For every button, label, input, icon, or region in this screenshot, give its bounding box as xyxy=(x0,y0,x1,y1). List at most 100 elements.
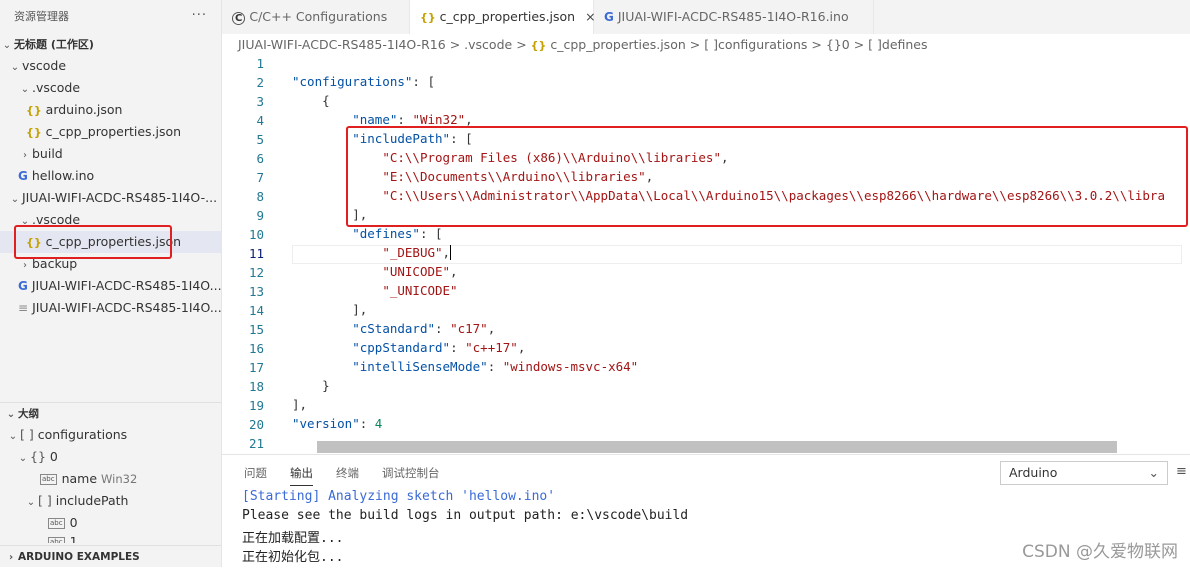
line-number: 7 xyxy=(256,170,264,185)
file-jiuai-ino[interactable]: G JIUAI-WIFI-ACDC-RS485-1I4O... xyxy=(0,275,221,297)
json-file-icon: {} xyxy=(26,104,42,117)
outline-obj0[interactable]: ⌄{} 0 xyxy=(0,446,221,468)
tab-cpp-properties[interactable]: {} c_cpp_properties.json × xyxy=(410,0,596,34)
line-number: 9 xyxy=(256,208,264,223)
horizontal-scrollbar[interactable] xyxy=(317,441,1117,453)
chevron-right-icon: › xyxy=(8,552,14,563)
line-number: 8 xyxy=(256,189,264,204)
line-number: 5 xyxy=(256,132,264,147)
chevron-down-icon: ⌄ xyxy=(10,62,20,73)
breadcrumb-item[interactable]: 0 xyxy=(842,37,850,52)
chevron-down-icon: ⌄ xyxy=(1148,465,1159,480)
tab-terminal[interactable]: 终端 xyxy=(336,465,359,481)
outline-name[interactable]: abc name Win32 xyxy=(0,468,221,490)
code-line: "intelliSenseMode": "windows-msvc-x64" xyxy=(352,359,639,374)
code-line: "defines": [ xyxy=(352,226,443,241)
folder-vscode[interactable]: ⌄ vscode xyxy=(0,55,221,77)
outline-inc1[interactable]: abc 1 xyxy=(0,531,221,543)
line-number: 16 xyxy=(248,341,264,356)
line-number: 4 xyxy=(256,113,264,128)
tab-debug-console[interactable]: 调试控制台 xyxy=(382,465,440,481)
line-number: 20 xyxy=(248,417,264,432)
chevron-down-icon: ⌄ xyxy=(8,431,18,442)
arduino-file-icon: G xyxy=(18,169,28,183)
line-number: 19 xyxy=(248,398,264,413)
file-cpp-properties[interactable]: {} c_cpp_properties.json xyxy=(0,121,221,143)
output-line: 正在加载配置... xyxy=(242,531,344,546)
breadcrumb-item[interactable]: configurations xyxy=(718,37,807,52)
tab-problems[interactable]: 问题 xyxy=(244,465,267,481)
chevron-down-icon: ⌄ xyxy=(6,409,16,420)
file-hellow-ino[interactable]: Ghellow.ino xyxy=(0,165,221,187)
folder-dot-vscode[interactable]: ⌄ .vscode xyxy=(0,77,221,99)
json-file-icon: {} xyxy=(420,11,436,24)
breadcrumb-item[interactable]: .vscode xyxy=(464,37,512,52)
output-line: [Starting] Analyzing sketch 'hellow.ino' xyxy=(242,489,556,504)
line-number: 18 xyxy=(248,379,264,394)
code-line: "_DEBUG", xyxy=(292,245,459,260)
text-file-icon: ≡ xyxy=(18,301,29,315)
line-number: 14 xyxy=(248,303,264,318)
tab-jiuai-ino[interactable]: G JIUAI-WIFI-ACDC-RS485-1I4O-R16.ino xyxy=(594,0,874,34)
breadcrumb-item[interactable]: defines xyxy=(882,37,928,52)
line-number: 21 xyxy=(248,436,264,451)
line-number: 3 xyxy=(256,94,264,109)
cpp-config-icon: C xyxy=(232,12,246,25)
chevron-down-icon: ⌄ xyxy=(26,497,36,508)
explorer-sidebar: 资源管理器 ··· ⌄ 无标题 (工作区) ⌄ vscode ⌄ .vscode {}… xyxy=(0,0,222,567)
object-icon: {} xyxy=(825,37,842,52)
code-editor[interactable]: 1 2 3 4 5 6 7 8 9 10 11 12 13 14 15 16 17 18 19 20 21 "confi… xyxy=(222,56,1190,454)
line-number: 12 xyxy=(248,265,264,280)
code-line: "cStandard": "c17", xyxy=(352,321,496,336)
line-number: 17 xyxy=(248,360,264,375)
explorer-title: 资源管理器 xyxy=(14,10,69,23)
highlight-box-sidebar xyxy=(14,225,172,259)
code-line: ], xyxy=(292,302,368,317)
outline-includepath[interactable]: ⌄[ ] includePath xyxy=(0,490,221,512)
line-number: 13 xyxy=(248,284,264,299)
chevron-down-icon: ⌄ xyxy=(20,84,30,95)
code-line: "configurations": [ xyxy=(292,74,435,89)
object-icon: {} xyxy=(30,449,46,464)
code-line: "name": "Win32", xyxy=(352,112,473,127)
code-line: "version": 4 xyxy=(292,416,383,431)
outline-configurations[interactable]: ⌄[ ] configurations xyxy=(0,424,221,446)
arduino-file-icon: G xyxy=(18,279,28,293)
chevron-down-icon: ⌄ xyxy=(2,40,12,51)
string-icon: abc xyxy=(48,537,65,543)
chevron-down-icon: ⌄ xyxy=(10,194,20,205)
chevron-down-icon: ⌄ xyxy=(18,453,28,464)
folder-jiuai[interactable]: ⌄ JIUAI-WIFI-ACDC-RS485-1I4O-... xyxy=(0,187,221,209)
tab-output[interactable]: 输出 xyxy=(290,465,313,486)
string-icon: abc xyxy=(40,474,57,485)
code-line: "UNICODE", xyxy=(382,264,458,279)
code-line: "_UNICODE" xyxy=(382,283,458,298)
breadcrumb-item[interactable]: JIUAI-WIFI-ACDC-RS485-1I4O-R16 xyxy=(238,37,446,52)
code-line: "cppStandard": "c++17", xyxy=(352,340,526,355)
workspace-root[interactable]: ⌄ 无标题 (工作区) xyxy=(0,33,221,55)
array-icon: [ ] xyxy=(38,493,52,508)
breadcrumb-item[interactable]: c_cpp_properties.json xyxy=(550,37,685,52)
code-line: ], xyxy=(292,397,308,412)
array-icon: [ ] xyxy=(20,427,34,442)
file-arduino-json[interactable]: {} arduino.json xyxy=(0,99,221,121)
tab-cpp-configurations[interactable]: C C/C++ Configurations xyxy=(222,0,410,34)
outline-header[interactable]: ⌄ 大纲 xyxy=(0,402,221,424)
line-number: 1 xyxy=(256,56,264,71)
output-line: Please see the build logs in output path… xyxy=(242,508,689,523)
chevron-right-icon: › xyxy=(23,150,27,161)
more-actions-icon[interactable]: ··· xyxy=(192,8,207,23)
code-line: } xyxy=(292,378,330,393)
line-number: 2 xyxy=(256,75,264,90)
arduino-examples-header[interactable]: › ARDUINO EXAMPLES xyxy=(0,545,221,567)
editor-tabs: C C/C++ Configurations {} c_cpp_properties… xyxy=(222,0,1190,34)
folder-build[interactable]: › build xyxy=(0,143,221,165)
file-jiuai-txt[interactable]: ≡ JIUAI-WIFI-ACDC-RS485-1I4O... xyxy=(0,297,221,319)
output-line: 正在初始化包... xyxy=(242,550,344,565)
json-file-icon: {} xyxy=(530,39,547,52)
arduino-file-icon: G xyxy=(604,10,614,24)
string-icon: abc xyxy=(48,518,65,529)
json-file-icon: {} xyxy=(26,126,42,139)
output-channel-select[interactable]: Arduino ⌄ xyxy=(1000,461,1168,485)
list-icon[interactable]: ≡ xyxy=(1176,464,1187,479)
